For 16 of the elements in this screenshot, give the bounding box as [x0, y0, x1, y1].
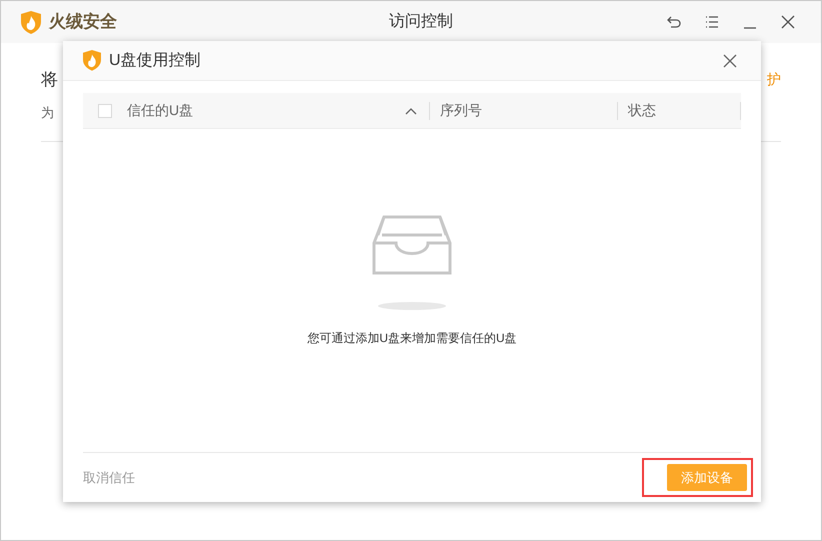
empty-tray-icon [372, 213, 452, 313]
app-name: 火绒安全 [49, 11, 117, 34]
close-icon[interactable] [723, 54, 737, 68]
close-icon[interactable] [779, 13, 797, 31]
column-header[interactable]: 信任的U盘 [127, 100, 405, 121]
column-header[interactable]: 状态 [628, 100, 740, 121]
shield-flame-logo-icon [21, 10, 41, 34]
empty-message: 您可通过添加U盘来增加需要信任的U盘 [307, 330, 517, 347]
window-title: 访问控制 [388, 12, 454, 32]
section-heading: 将 [41, 69, 58, 91]
shield-flame-logo-icon [83, 50, 101, 71]
column-header[interactable]: 序列号 [440, 100, 617, 121]
section-description: 为 [41, 104, 54, 120]
select-all-checkbox[interactable] [98, 104, 112, 118]
sort-up-icon[interactable] [405, 106, 417, 114]
dialog-title: U盘使用控制 [109, 50, 202, 70]
